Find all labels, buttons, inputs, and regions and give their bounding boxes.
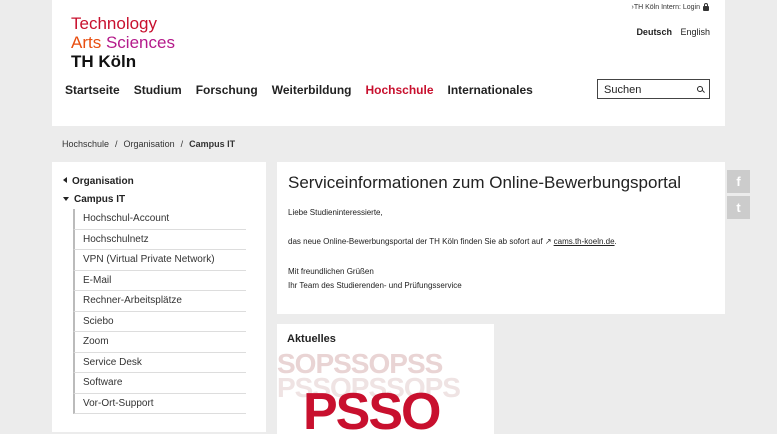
lock-icon: [703, 3, 709, 11]
breadcrumb: Hochschule / Organisation / Campus IT: [62, 139, 236, 149]
breadcrumb-current: Campus IT: [189, 139, 236, 149]
caret-left-icon: [63, 177, 67, 183]
greeting-text: Liebe Studieninteressierte,: [288, 208, 383, 217]
sidebar-item-zoom[interactable]: Zoom: [73, 332, 246, 353]
cams-link[interactable]: cams.th-koeln.de: [554, 237, 615, 246]
facebook-share-button[interactable]: f: [727, 170, 750, 193]
page-title: Serviceinformationen zum Online-Bewerbun…: [288, 173, 682, 192]
body-suffix: .: [614, 237, 617, 246]
nav-internationales[interactable]: Internationales: [448, 83, 533, 97]
news-box: SOPSSOPSS PSSOPSSOPS Aktuelles PSSO: [277, 324, 494, 434]
sidebar-item-rechner-arbeitsplaetze[interactable]: Rechner-Arbeitsplätze: [73, 291, 246, 312]
nav-weiterbildung[interactable]: Weiterbildung: [272, 83, 352, 97]
facebook-icon: f: [736, 174, 741, 189]
lang-deutsch[interactable]: Deutsch: [636, 27, 672, 37]
sidebar-list: Hochschul-Account Hochschulnetz VPN (Vir…: [73, 209, 246, 414]
intern-login-link[interactable]: ›TH Köln Intern: Login: [631, 3, 709, 11]
sidebar-item-hochschulnetz[interactable]: Hochschulnetz: [73, 229, 246, 250]
body-paragraph: das neue Online-Bewerbungsportal der TH …: [288, 235, 617, 248]
intern-login-label: ›TH Köln Intern: Login: [631, 4, 700, 11]
sidebar: Organisation Campus IT Hochschul-Account…: [52, 162, 266, 432]
main-nav: Startseite Studium Forschung Weiterbildu…: [65, 83, 533, 97]
news-title: Aktuelles: [287, 333, 336, 345]
breadcrumb-hochschule[interactable]: Hochschule: [62, 139, 109, 149]
logo-word-sciences: Sciences: [105, 33, 175, 52]
sidebar-item-sciebo[interactable]: Sciebo: [73, 311, 246, 332]
sidebar-parent-label: Organisation: [72, 176, 134, 187]
search-icon[interactable]: [697, 86, 703, 92]
search-input[interactable]: Suchen: [597, 79, 710, 99]
sidebar-item-e-mail[interactable]: E-Mail: [73, 270, 246, 291]
nav-startseite[interactable]: Startseite: [65, 83, 120, 97]
nav-hochschule[interactable]: Hochschule: [365, 83, 433, 97]
breadcrumb-organisation[interactable]: Organisation: [124, 139, 175, 149]
main-content: Serviceinformationen zum Online-Bewerbun…: [277, 162, 725, 314]
sidebar-item-vor-ort-support[interactable]: Vor-Ort-Support: [73, 393, 246, 414]
th-koeln-logo[interactable]: Technology Arts Sciences TH Köln: [71, 14, 175, 71]
sidebar-item-software[interactable]: Software: [73, 373, 246, 394]
nav-forschung[interactable]: Forschung: [196, 83, 258, 97]
sidebar-parent-organisation[interactable]: Organisation: [63, 176, 134, 187]
language-switch: Deutsch English: [636, 27, 710, 37]
site-header: Technology Arts Sciences TH Köln ›TH Köl…: [52, 0, 725, 126]
twitter-share-button[interactable]: t: [727, 196, 750, 219]
search-placeholder: Suchen: [604, 84, 642, 96]
psso-logo[interactable]: PSSO: [303, 382, 441, 434]
body-text: das neue Online-Bewerbungsportal der TH …: [288, 237, 543, 246]
twitter-icon: t: [736, 200, 741, 215]
closing-line-1: Mit freundlichen Grüßen: [288, 267, 374, 276]
logo-line-th-koeln: TH Köln: [71, 52, 137, 71]
external-link-icon: ↗: [544, 237, 552, 246]
sidebar-current-campus-it[interactable]: Campus IT: [63, 194, 125, 205]
closing-line-2: Ihr Team des Studierenden- und Prüfungss…: [288, 281, 462, 290]
caret-down-icon: [63, 197, 69, 201]
sidebar-item-hochschul-account[interactable]: Hochschul-Account: [73, 209, 246, 230]
sidebar-item-vpn[interactable]: VPN (Virtual Private Network): [73, 250, 246, 271]
logo-word-arts: Arts: [71, 33, 102, 52]
sidebar-current-label: Campus IT: [74, 194, 126, 205]
sidebar-item-service-desk[interactable]: Service Desk: [73, 352, 246, 373]
nav-studium[interactable]: Studium: [134, 83, 182, 97]
logo-line-technology: Technology: [71, 14, 158, 33]
lang-english[interactable]: English: [680, 27, 710, 37]
